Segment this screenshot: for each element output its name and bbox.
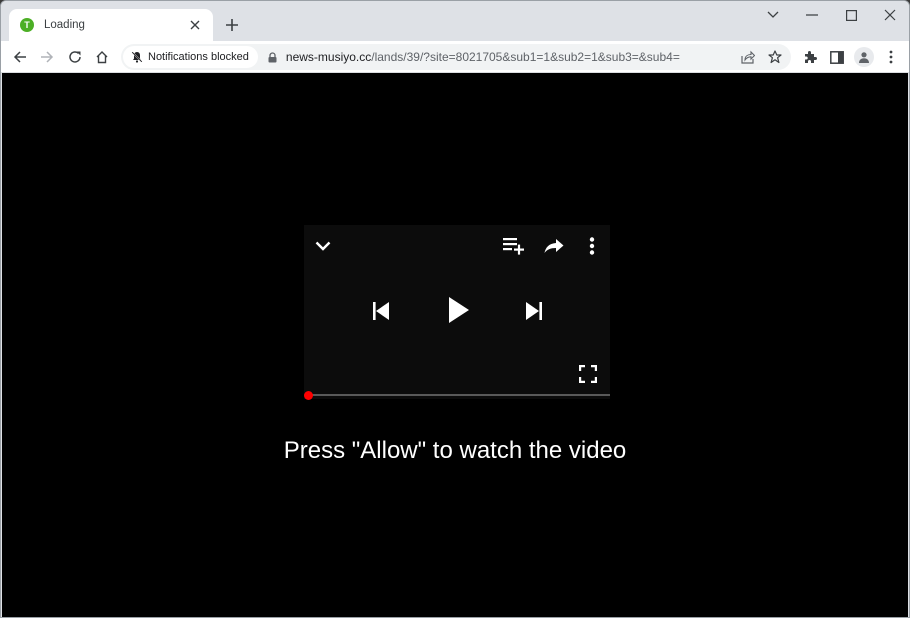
- side-panel-button[interactable]: [825, 45, 849, 69]
- video-player[interactable]: [304, 225, 610, 400]
- add-to-queue-icon[interactable]: [502, 235, 526, 257]
- title-bar: T Loading: [1, 1, 909, 41]
- allow-prompt-caption: Press "Allow" to watch the video: [283, 437, 627, 464]
- browser-menu-button[interactable]: [879, 45, 903, 69]
- site-favicon-icon: T: [20, 18, 34, 32]
- notifications-chip-label: Notifications blocked: [148, 51, 249, 63]
- close-window-button[interactable]: [870, 3, 909, 27]
- play-icon[interactable]: [444, 293, 474, 327]
- url-text[interactable]: news-musiyo.cc/lands/39/?site=8021705&su…: [286, 50, 680, 64]
- reload-icon: [69, 51, 81, 63]
- side-panel-icon: [830, 50, 844, 64]
- tab-search-chevron-icon[interactable]: [753, 3, 793, 27]
- tab-loading[interactable]: T Loading: [9, 9, 213, 41]
- profile-button[interactable]: [852, 45, 876, 69]
- arrow-left-icon: [13, 51, 26, 63]
- chevron-down-icon[interactable]: [312, 235, 334, 257]
- puzzle-icon: [805, 51, 817, 63]
- share-page-icon[interactable]: [738, 47, 758, 67]
- bookmark-star-icon[interactable]: [765, 47, 785, 67]
- home-button[interactable]: [90, 45, 114, 69]
- more-vertical-icon: [889, 50, 893, 64]
- progress-track[interactable]: [308, 394, 610, 396]
- maximize-button[interactable]: [831, 3, 871, 27]
- forward-button[interactable]: [35, 45, 59, 69]
- person-icon: [859, 52, 869, 63]
- home-icon: [96, 51, 108, 64]
- reload-button[interactable]: [63, 45, 87, 69]
- arrow-right-icon: [41, 51, 54, 63]
- minimize-button[interactable]: [792, 3, 832, 27]
- address-bar[interactable]: Notifications blocked news-musiyo.cc/lan…: [121, 44, 791, 70]
- new-tab-button[interactable]: [222, 15, 242, 35]
- lock-icon: [268, 51, 277, 62]
- fullscreen-icon[interactable]: [576, 363, 600, 385]
- extensions-button[interactable]: [798, 45, 822, 69]
- url-path: /lands/39/?site=8021705&sub1=1&sub2=1&su…: [371, 50, 680, 64]
- url-host: news-musiyo.cc: [285, 50, 372, 64]
- more-vertical-icon[interactable]: [584, 235, 600, 257]
- back-button[interactable]: [8, 45, 32, 69]
- bell-off-icon: [131, 51, 143, 63]
- avatar: [854, 47, 874, 67]
- browser-window: T Loading Notifications blocked news-mus…: [0, 0, 910, 618]
- progress-scrubber[interactable]: [304, 391, 313, 400]
- skip-previous-icon[interactable]: [368, 299, 394, 323]
- share-icon[interactable]: [542, 235, 566, 257]
- notifications-blocked-chip[interactable]: Notifications blocked: [123, 46, 258, 68]
- skip-next-icon[interactable]: [521, 299, 547, 323]
- browser-toolbar: Notifications blocked news-musiyo.cc/lan…: [1, 41, 909, 73]
- page-content: Press "Allow" to watch the video: [2, 73, 908, 617]
- tab-title: Loading: [44, 19, 85, 31]
- tab-close-icon[interactable]: [187, 17, 203, 33]
